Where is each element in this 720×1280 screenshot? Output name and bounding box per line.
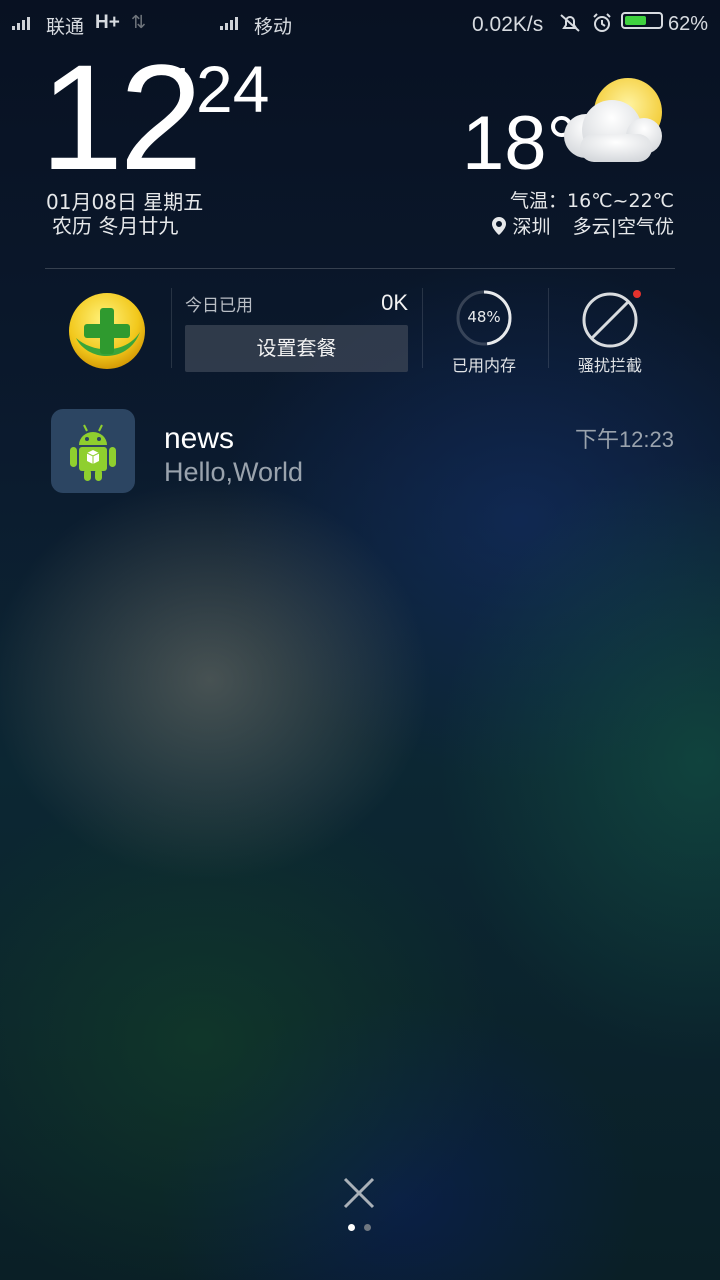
carrier-2: 移动 (254, 17, 293, 38)
battery-percent: 62% (668, 13, 709, 35)
memory-percent: 48% (467, 308, 501, 326)
page-indicator-dot[interactable] (348, 1224, 355, 1231)
notification-app-icon (51, 409, 135, 493)
data-usage-value: 0K (381, 290, 408, 315)
alarm-icon (593, 13, 611, 32)
network-speed: 0.02K/s (472, 13, 544, 36)
page-indicator-dot[interactable] (364, 1224, 371, 1231)
network-type: H+ (95, 12, 120, 33)
partly-cloudy-icon[interactable] (560, 76, 670, 172)
separator (548, 288, 549, 368)
set-plan-button[interactable]: 设置套餐 (185, 325, 408, 372)
block-label: 骚扰拦截 (577, 356, 642, 375)
signal-2-icon (220, 16, 242, 30)
notification-body: Hello,World (164, 457, 304, 487)
battery-icon (621, 12, 663, 29)
mute-bell-icon (560, 14, 580, 32)
memory-widget[interactable]: 48% (454, 288, 514, 348)
weather-location: 深圳 (512, 216, 551, 238)
temperature-range: 气温：16℃~22℃ (510, 190, 674, 212)
notification-title: news (164, 422, 235, 455)
weather-location-line: 深圳 多云|空气优 (492, 212, 674, 239)
weather-condition: 多云|空气优 (572, 216, 674, 238)
signal-icon (12, 16, 34, 30)
clock-minute[interactable]: 24 (196, 56, 269, 122)
clock-colon: : (176, 53, 190, 99)
separator (171, 288, 172, 368)
lunar-date: 农历 冬月廿九 (52, 214, 179, 238)
location-pin-icon (492, 217, 507, 235)
divider (45, 268, 675, 269)
data-usage-label: 今日已用 (185, 296, 253, 316)
block-icon[interactable] (580, 288, 642, 350)
security-app-icon[interactable] (68, 292, 146, 370)
android-icon (70, 424, 116, 481)
separator (422, 288, 423, 368)
close-icon[interactable] (341, 1175, 377, 1211)
data-activity-icon: ⇅ (131, 12, 147, 33)
notification-time: 下午12:23 (574, 427, 674, 452)
memory-label: 已用内存 (451, 356, 516, 375)
